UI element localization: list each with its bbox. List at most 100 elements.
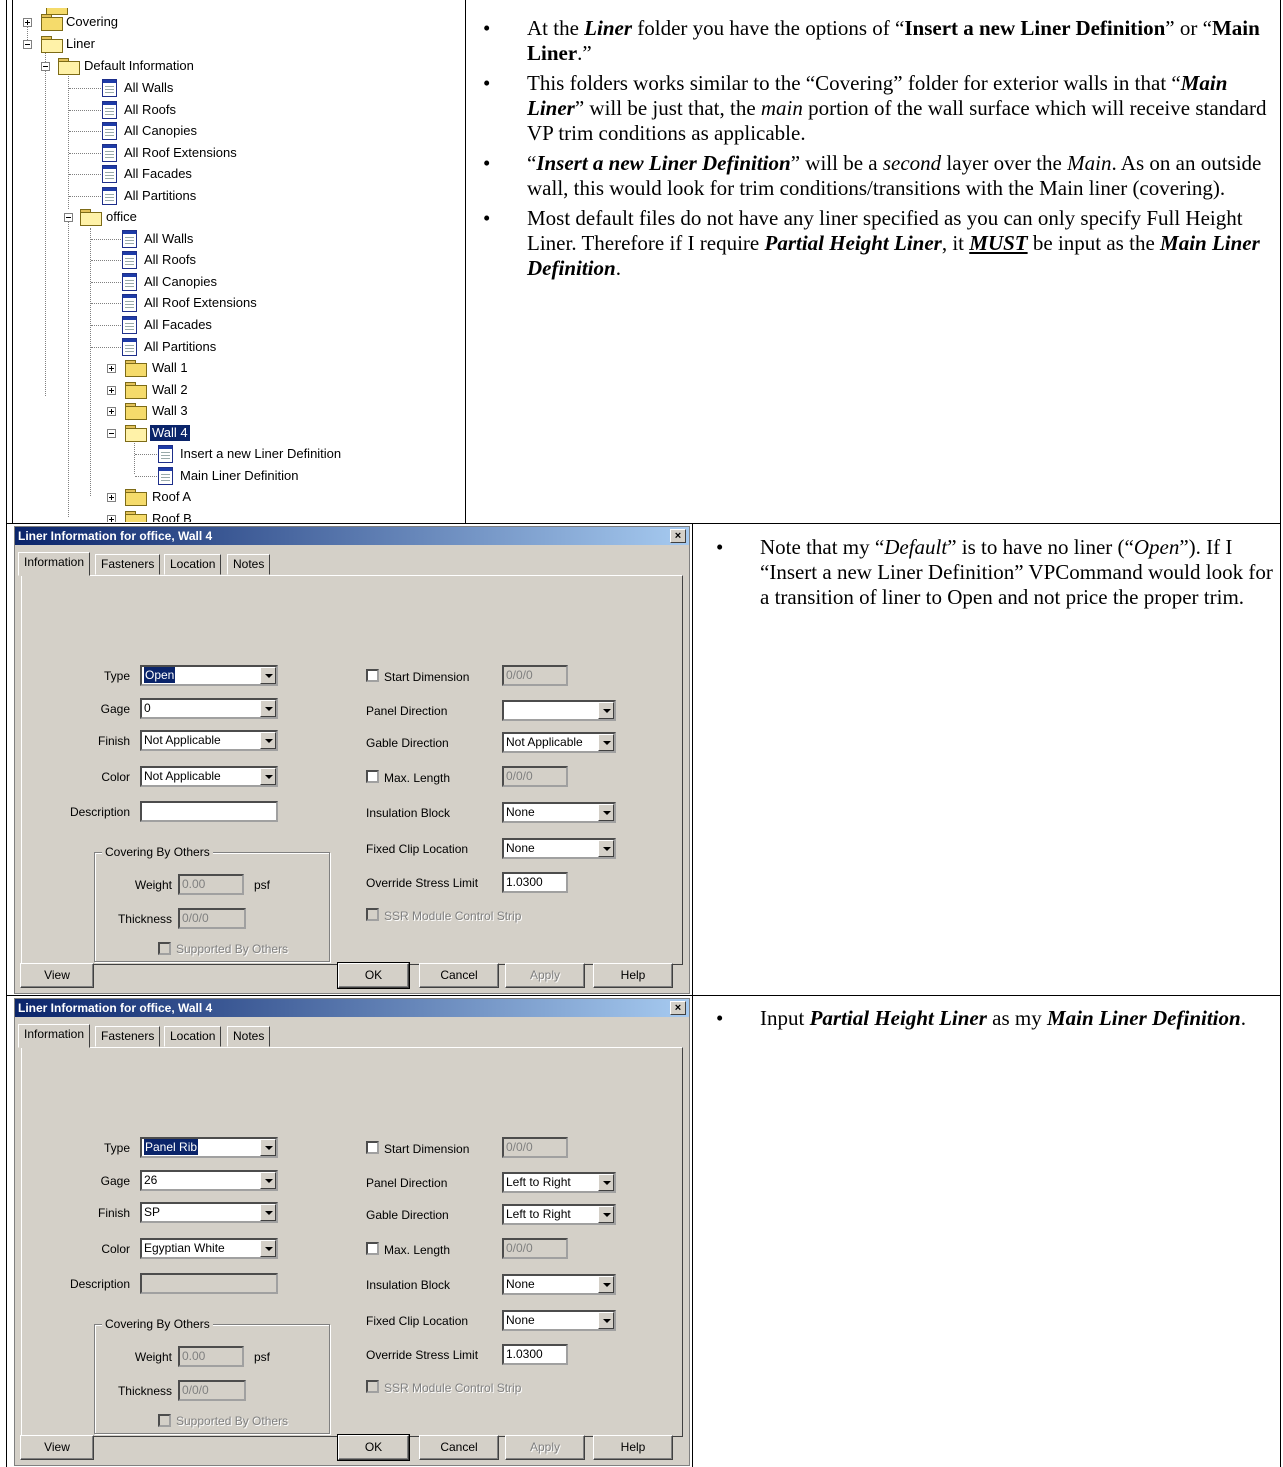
psf-label: psf xyxy=(254,878,271,892)
override-stress-limit-label: Override Stress Limit xyxy=(366,1348,479,1362)
start-dimension-checkbox[interactable] xyxy=(366,1141,379,1154)
gable-direction-select[interactable]: Left to Right xyxy=(502,1204,616,1225)
start-dimension-checkbox[interactable] xyxy=(366,669,379,682)
fixed-clip-location-select[interactable]: None xyxy=(502,1310,616,1331)
expand-icon[interactable] xyxy=(107,386,116,395)
finish-select[interactable]: SP xyxy=(140,1202,278,1223)
apply-button[interactable]: Apply xyxy=(505,1435,585,1460)
collapse-icon[interactable] xyxy=(23,40,32,49)
help-button[interactable]: Help xyxy=(593,963,673,988)
chevron-down-icon[interactable] xyxy=(260,732,276,749)
ok-button[interactable]: OK xyxy=(337,962,410,989)
collapse-icon[interactable] xyxy=(107,429,116,438)
chevron-down-icon[interactable] xyxy=(260,1204,276,1221)
bullet-list-top: At the Liner folder you have the options… xyxy=(470,16,1275,286)
chevron-down-icon[interactable] xyxy=(598,1174,614,1191)
panel-direction-label: Panel Direction xyxy=(366,704,448,718)
expand-icon[interactable] xyxy=(107,515,116,522)
tab-location[interactable]: Location xyxy=(164,1026,222,1047)
chevron-down-icon[interactable] xyxy=(598,1276,614,1293)
ok-button[interactable]: OK xyxy=(337,1434,410,1461)
tab-fasteners[interactable]: Fasteners xyxy=(95,554,161,575)
type-select[interactable]: Open xyxy=(140,665,278,686)
override-stress-limit-input[interactable]: 1.0300 xyxy=(502,872,568,893)
panel-direction-select[interactable] xyxy=(502,700,616,721)
weight-input[interactable]: 0.00 xyxy=(178,1346,244,1367)
table-divider-bot xyxy=(692,995,693,1467)
collapse-icon[interactable] xyxy=(64,213,73,222)
description-input[interactable] xyxy=(140,1273,278,1294)
thickness-input[interactable]: 0/0/0 xyxy=(178,908,246,929)
type-label: Type xyxy=(103,669,130,683)
type-select[interactable]: Panel Rib xyxy=(140,1137,278,1158)
expand-icon[interactable] xyxy=(107,364,116,373)
chevron-down-icon[interactable] xyxy=(598,1206,614,1223)
tab-information[interactable]: Information xyxy=(18,1024,91,1048)
max-length-checkbox[interactable] xyxy=(366,770,379,783)
max-length-checkbox[interactable] xyxy=(366,1242,379,1255)
color-select[interactable]: Not Applicable xyxy=(140,766,278,787)
chevron-down-icon[interactable] xyxy=(260,1172,276,1189)
document-icon xyxy=(122,251,137,269)
expand-icon[interactable] xyxy=(107,493,116,502)
insulation-block-select[interactable]: None xyxy=(502,802,616,823)
ssr-module-control-strip-checkbox[interactable] xyxy=(366,908,379,921)
help-button[interactable]: Help xyxy=(593,1435,673,1460)
start-dimension-input[interactable]: 0/0/0 xyxy=(502,1137,568,1158)
insulation-block-select[interactable]: None xyxy=(502,1274,616,1295)
tree-item-label: Main Liner Definition xyxy=(180,468,299,483)
max-length-input[interactable]: 0/0/0 xyxy=(502,1238,568,1259)
tab-notes[interactable]: Notes xyxy=(227,554,271,575)
chevron-down-icon[interactable] xyxy=(260,1139,276,1156)
view-button[interactable]: View xyxy=(20,1435,94,1460)
close-icon[interactable]: × xyxy=(670,1001,686,1015)
apply-button[interactable]: Apply xyxy=(505,963,585,988)
cancel-button[interactable]: Cancel xyxy=(419,963,499,988)
chevron-down-icon[interactable] xyxy=(260,768,276,785)
close-icon[interactable]: × xyxy=(670,529,686,543)
covering-by-others-label: Covering By Others xyxy=(102,845,213,859)
chevron-down-icon[interactable] xyxy=(598,734,614,751)
weight-input[interactable]: 0.00 xyxy=(178,874,244,895)
bullet-item: Most default files do not have any liner… xyxy=(470,206,1275,281)
view-button[interactable]: View xyxy=(20,963,94,988)
panel-direction-select[interactable]: Left to Right xyxy=(502,1172,616,1193)
supported-by-others-checkbox[interactable] xyxy=(158,1414,171,1427)
chevron-down-icon[interactable] xyxy=(598,804,614,821)
chevron-down-icon[interactable] xyxy=(260,1240,276,1257)
chevron-down-icon[interactable] xyxy=(260,667,276,684)
color-select[interactable]: Egyptian White xyxy=(140,1238,278,1259)
tree-view[interactable]: Covering Liner Default Information All W… xyxy=(18,8,464,522)
thickness-input[interactable]: 0/0/0 xyxy=(178,1380,246,1401)
tree-item-label: All Partitions xyxy=(144,339,217,354)
psf-label: psf xyxy=(254,1350,271,1364)
max-length-label: Max. Length xyxy=(384,771,451,785)
fixed-clip-location-select[interactable]: None xyxy=(502,838,616,859)
tab-information[interactable]: Information xyxy=(18,552,91,576)
tree-item-label: Insert a new Liner Definition xyxy=(180,446,342,461)
override-stress-limit-input[interactable]: 1.0300 xyxy=(502,1344,568,1365)
cancel-button[interactable]: Cancel xyxy=(419,1435,499,1460)
collapse-icon[interactable] xyxy=(41,62,50,71)
gage-select[interactable]: 0 xyxy=(140,698,278,719)
tab-location[interactable]: Location xyxy=(164,554,222,575)
tab-fasteners[interactable]: Fasteners xyxy=(95,1026,161,1047)
tree-item-label-selected: Wall 4 xyxy=(150,425,190,441)
finish-select[interactable]: Not Applicable xyxy=(140,730,278,751)
folder-icon xyxy=(125,403,147,420)
chevron-down-icon[interactable] xyxy=(260,700,276,717)
chevron-down-icon[interactable] xyxy=(598,1312,614,1329)
start-dimension-input[interactable]: 0/0/0 xyxy=(502,665,568,686)
max-length-input[interactable]: 0/0/0 xyxy=(502,766,568,787)
ssr-module-control-strip-checkbox[interactable] xyxy=(366,1380,379,1393)
expand-icon[interactable] xyxy=(107,407,116,416)
supported-by-others-checkbox[interactable] xyxy=(158,942,171,955)
document-icon xyxy=(158,467,173,485)
description-input[interactable] xyxy=(140,801,278,822)
chevron-down-icon[interactable] xyxy=(598,702,614,719)
tab-notes[interactable]: Notes xyxy=(227,1026,271,1047)
gage-select[interactable]: 26 xyxy=(140,1170,278,1191)
expand-icon[interactable] xyxy=(23,18,32,27)
chevron-down-icon[interactable] xyxy=(598,840,614,857)
gable-direction-select[interactable]: Not Applicable xyxy=(502,732,616,753)
